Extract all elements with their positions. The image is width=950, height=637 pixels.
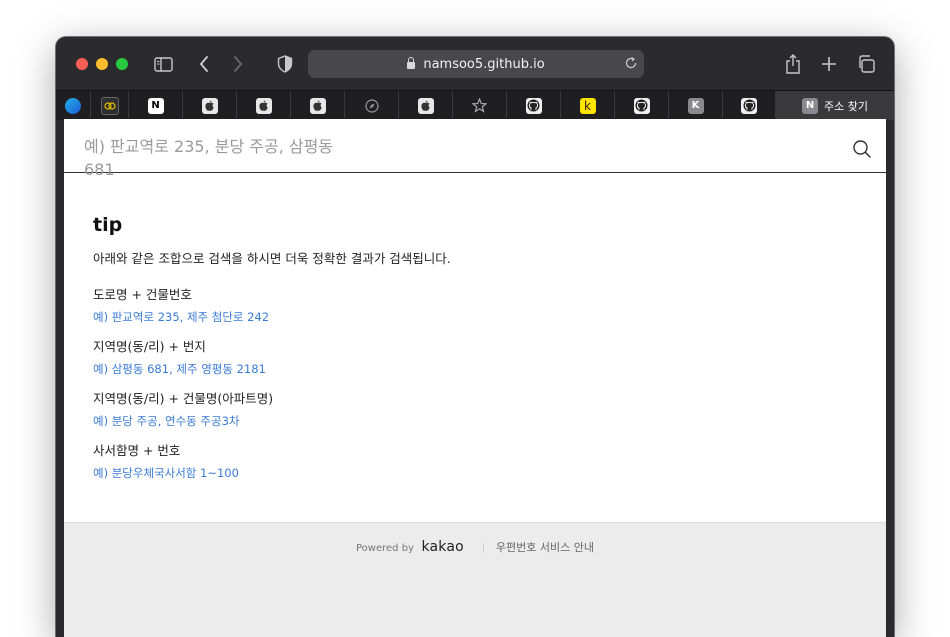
privacy-shield-icon[interactable] bbox=[276, 52, 294, 76]
footer-divider bbox=[483, 543, 485, 553]
tab-pinned-10[interactable] bbox=[507, 91, 561, 120]
github-icon bbox=[633, 97, 650, 114]
address-url: namsoo5.github.io bbox=[423, 56, 545, 72]
postal-service-guide-link[interactable]: 우편번호 서비스 안내 bbox=[496, 541, 594, 554]
lock-icon bbox=[407, 56, 416, 69]
browser-window: namsoo5.github.io N k K N 주소 찾기 예) 판교역로 … bbox=[56, 37, 894, 637]
star-icon bbox=[472, 98, 488, 114]
search-area bbox=[64, 119, 886, 175]
link-icon bbox=[100, 96, 119, 115]
tip-item-heading: 지역명(동/리) + 번지 bbox=[93, 339, 206, 354]
tip-item-heading: 도로명 + 건물번호 bbox=[93, 287, 192, 302]
tab-pinned-11[interactable]: k bbox=[561, 91, 615, 120]
search-icon[interactable] bbox=[852, 139, 872, 159]
tip-item-example: 예) 분당 주공, 연수동 주공3차 bbox=[93, 414, 240, 428]
kakao-k-icon: k bbox=[579, 97, 596, 114]
tab-pinned-6[interactable] bbox=[291, 91, 345, 120]
browser-toolbar: namsoo5.github.io bbox=[56, 37, 894, 90]
sidebar-toggle-icon[interactable] bbox=[152, 52, 174, 76]
search-input[interactable] bbox=[84, 135, 354, 175]
zoom-window-button[interactable] bbox=[116, 58, 128, 70]
k-icon: K bbox=[687, 97, 704, 114]
back-icon[interactable] bbox=[196, 52, 212, 76]
tab-bar: N k K N 주소 찾기 bbox=[56, 90, 894, 120]
tab-pinned-1[interactable] bbox=[56, 91, 91, 120]
tip-item-example: 예) 삼평동 681, 제주 영평동 2181 bbox=[93, 362, 266, 376]
apple-icon bbox=[417, 97, 434, 114]
apple-icon bbox=[309, 97, 326, 114]
tab-pinned-12[interactable] bbox=[615, 91, 669, 120]
apple-icon bbox=[201, 97, 218, 114]
powered-by-text: Powered by bbox=[356, 543, 414, 554]
tip-item-heading: 지역명(동/리) + 건물명(아파트명) bbox=[93, 391, 274, 406]
forward-icon[interactable] bbox=[230, 52, 246, 76]
tab-pinned-13[interactable]: K bbox=[669, 91, 723, 120]
reload-icon[interactable] bbox=[624, 56, 638, 74]
notion-n-icon: N bbox=[802, 97, 818, 114]
address-bar[interactable]: namsoo5.github.io bbox=[308, 50, 644, 78]
tip-item-example: 예) 판교역로 235, 제주 첨단로 242 bbox=[93, 310, 270, 324]
tab-overview-icon[interactable] bbox=[856, 52, 876, 76]
tab-pinned-4[interactable] bbox=[183, 91, 237, 120]
kakao-logo[interactable]: kakao bbox=[421, 539, 463, 555]
apple-icon bbox=[255, 97, 272, 114]
tip-description: 아래와 같은 조합으로 검색을 하시면 더욱 정확한 결과가 검색됩니다. bbox=[93, 251, 451, 266]
footer: Powered by kakao 우편번호 서비스 안내 bbox=[64, 522, 886, 637]
new-tab-icon[interactable] bbox=[820, 52, 838, 76]
minimize-window-button[interactable] bbox=[96, 58, 108, 70]
tab-active[interactable]: N 주소 찾기 bbox=[776, 91, 894, 120]
tab-active-label: 주소 찾기 bbox=[824, 99, 868, 113]
github-icon bbox=[525, 97, 542, 114]
compass-icon bbox=[364, 98, 380, 114]
github-icon bbox=[741, 97, 757, 114]
tab-pinned-2[interactable] bbox=[91, 91, 129, 120]
page-content: tip 아래와 같은 조합으로 검색을 하시면 더욱 정확한 결과가 검색됩니다… bbox=[64, 119, 886, 637]
tab-pinned-3[interactable]: N bbox=[129, 91, 183, 120]
tab-pinned-14[interactable] bbox=[723, 91, 776, 120]
tab-pinned-8[interactable] bbox=[399, 91, 453, 120]
close-window-button[interactable] bbox=[76, 58, 88, 70]
tab-pinned-9[interactable] bbox=[453, 91, 507, 120]
tip-title: tip bbox=[93, 214, 123, 236]
tip-item-heading: 사서함명 + 번호 bbox=[93, 443, 181, 458]
edge-icon bbox=[65, 97, 81, 114]
footer-row: Powered by kakao 우편번호 서비스 안내 bbox=[64, 539, 886, 555]
notion-icon: N bbox=[147, 97, 164, 114]
tab-pinned-7[interactable] bbox=[345, 91, 399, 120]
tip-item-example: 예) 분당우체국사서함 1~100 bbox=[93, 466, 239, 480]
share-icon[interactable] bbox=[784, 52, 802, 76]
tab-pinned-5[interactable] bbox=[237, 91, 291, 120]
